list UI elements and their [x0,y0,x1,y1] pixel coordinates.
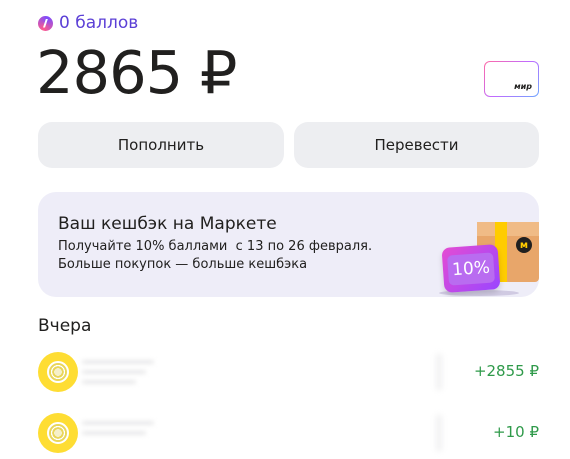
redacted-text [82,421,154,425]
promo-title: Ваш кешбэк на Маркете [58,214,277,234]
redacted-text [82,360,154,364]
promo-text: Получайте 10% баллами с 13 по 26 февраля… [58,239,373,272]
transaction-amount: +2855 ₽ [473,362,539,380]
redacted-text [436,354,442,390]
bank-card[interactable]: мир [484,61,539,97]
redacted-text [82,380,136,384]
merchant-avatar-icon [38,352,78,392]
promo-illustration: м 10% [439,212,539,297]
transaction-row[interactable]: +10 ₽ [38,411,539,455]
transfer-button[interactable]: Перевести [294,122,539,168]
percent-badge: 10% [441,244,501,293]
redacted-text [436,415,442,451]
market-logo-icon: м [516,237,532,253]
points-balance[interactable]: 0 баллов [38,13,138,33]
percent-badge-label: 10% [447,251,495,286]
points-label: 0 баллов [59,13,139,33]
merchant-avatar-icon [38,413,78,453]
redacted-text [82,431,146,435]
parcel-box-lid [477,222,539,236]
transaction-row[interactable]: +2855 ₽ [38,350,539,394]
history-section-title: Вчера [38,316,92,336]
mir-logo-icon: мир [514,82,532,91]
plus-points-icon [38,15,53,31]
redacted-text [82,370,146,374]
account-balance: 2865 ₽ [36,38,237,107]
transaction-amount: +10 ₽ [493,423,539,441]
topup-button[interactable]: Пополнить [38,122,284,168]
cashback-promo-banner[interactable]: Ваш кешбэк на Маркете Получайте 10% балл… [38,192,539,297]
